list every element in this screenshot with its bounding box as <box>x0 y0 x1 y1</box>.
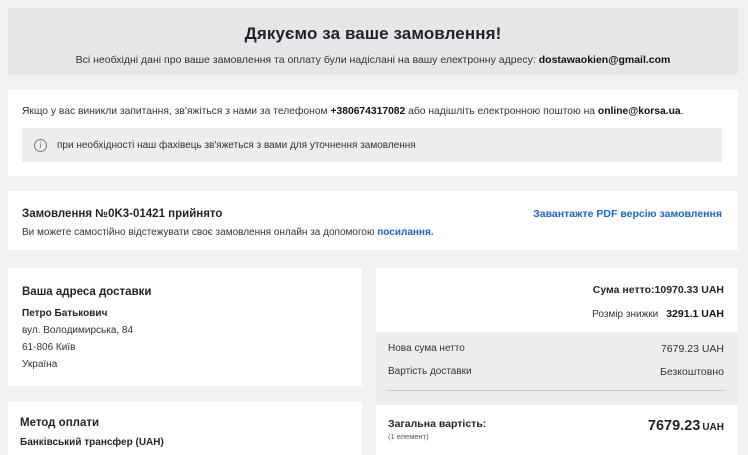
contact-panel: Якщо у вас виникли запитання, зв'яжіться… <box>8 90 738 176</box>
order-summary-panel: Сума нетто:10970.33 UAH Розмір знижки 329… <box>376 268 738 455</box>
order-tracking-label: Ви можете самостійно відстежувати своє з… <box>22 227 375 238</box>
email-confirmation-text: Всі необхідні дані про ваше замовлення т… <box>8 54 738 66</box>
total-label-block: Загальна вартість: (1 елемент) <box>388 418 486 441</box>
contact-text-2: або надішліть електронною поштою на <box>408 106 596 117</box>
download-pdf-link[interactable]: Завантажте PDF версію замовлення <box>533 208 722 220</box>
total-label: Загальна вартість: <box>388 418 487 430</box>
customer-email: dostawaokien@gmail.com <box>538 54 671 66</box>
payment-method-panel: Метод оплати Банківський трансфер (UAH) <box>8 402 362 455</box>
contact-phone: +380674317082 <box>330 106 406 117</box>
new-net-value: 7679.23 UAH <box>660 343 724 355</box>
order-title: Замовлення №0K3-01421 прийнято <box>22 208 223 220</box>
total-value: 7679.23 <box>647 418 701 434</box>
summary-divider <box>388 390 724 391</box>
info-note: i при необхідності наш фахівець зв'яжеть… <box>22 128 722 162</box>
address-city: 61-806 Київ <box>22 342 76 353</box>
order-panel: Замовлення №0K3-01421 прийнято Ви можете… <box>8 191 738 250</box>
shipping-label: Вартість доставки <box>388 366 472 377</box>
address-street: вул. Володимирська, 84 <box>22 325 134 336</box>
delivery-address-heading: Ваша адреса доставки <box>22 286 152 298</box>
shipping-value: Безкоштовно <box>659 366 724 378</box>
contact-text-3: . <box>680 106 684 117</box>
info-note-text: при необхідності наш фахівець зв'яжеться… <box>57 139 416 151</box>
delivery-address-panel: Ваша адреса доставки Петро Батькович вул… <box>8 268 362 386</box>
summary-details: Нова сума нетто 7679.23 UAH Вартість дос… <box>376 332 738 405</box>
recipient-name: Петро Батькович <box>22 308 108 319</box>
order-tracking-text: Ви можете самостійно відстежувати своє з… <box>22 227 434 238</box>
tracking-link[interactable]: посилання. <box>377 227 433 238</box>
discount-value: 3291.1 UAH <box>666 308 724 320</box>
payment-method-heading: Метод оплати <box>20 417 100 429</box>
contact-email: online@korsa.ua <box>597 106 681 117</box>
net-sum: Сума нетто:10970.33 UAH <box>593 284 724 296</box>
payment-method-value: Банківський трансфер (UAH) <box>20 437 164 448</box>
contact-line: Якщо у вас виникли запитання, зв'яжіться… <box>22 106 684 117</box>
thank-you-banner: Дякуємо за ваше замовлення! Всі необхідн… <box>8 8 738 74</box>
thank-you-title: Дякуємо за ваше замовлення! <box>244 24 502 43</box>
shipping-row: Вартість доставки Безкоштовно <box>388 366 724 378</box>
discount: Розмір знижки 3291.1 UAH <box>592 308 724 320</box>
new-net-row: Нова сума нетто 7679.23 UAH <box>388 343 724 355</box>
total-currency: UAH <box>702 422 724 433</box>
total-value-block: 7679.23 UAH <box>648 418 724 434</box>
total-items-count: (1 елемент) <box>388 432 429 441</box>
net-sum-label: Сума нетто: <box>592 284 655 296</box>
info-icon: i <box>34 138 47 152</box>
net-sum-value: 10970.33 UAH <box>654 284 724 296</box>
confirmation-text: Всі необхідні дані про ваше замовлення т… <box>75 54 536 66</box>
discount-label: Розмір знижки <box>592 309 659 320</box>
address-country: Україна <box>22 359 58 370</box>
new-net-label: Нова сума нетто <box>388 343 465 354</box>
contact-text-1: Якщо у вас виникли запитання, зв'яжіться… <box>22 106 328 117</box>
